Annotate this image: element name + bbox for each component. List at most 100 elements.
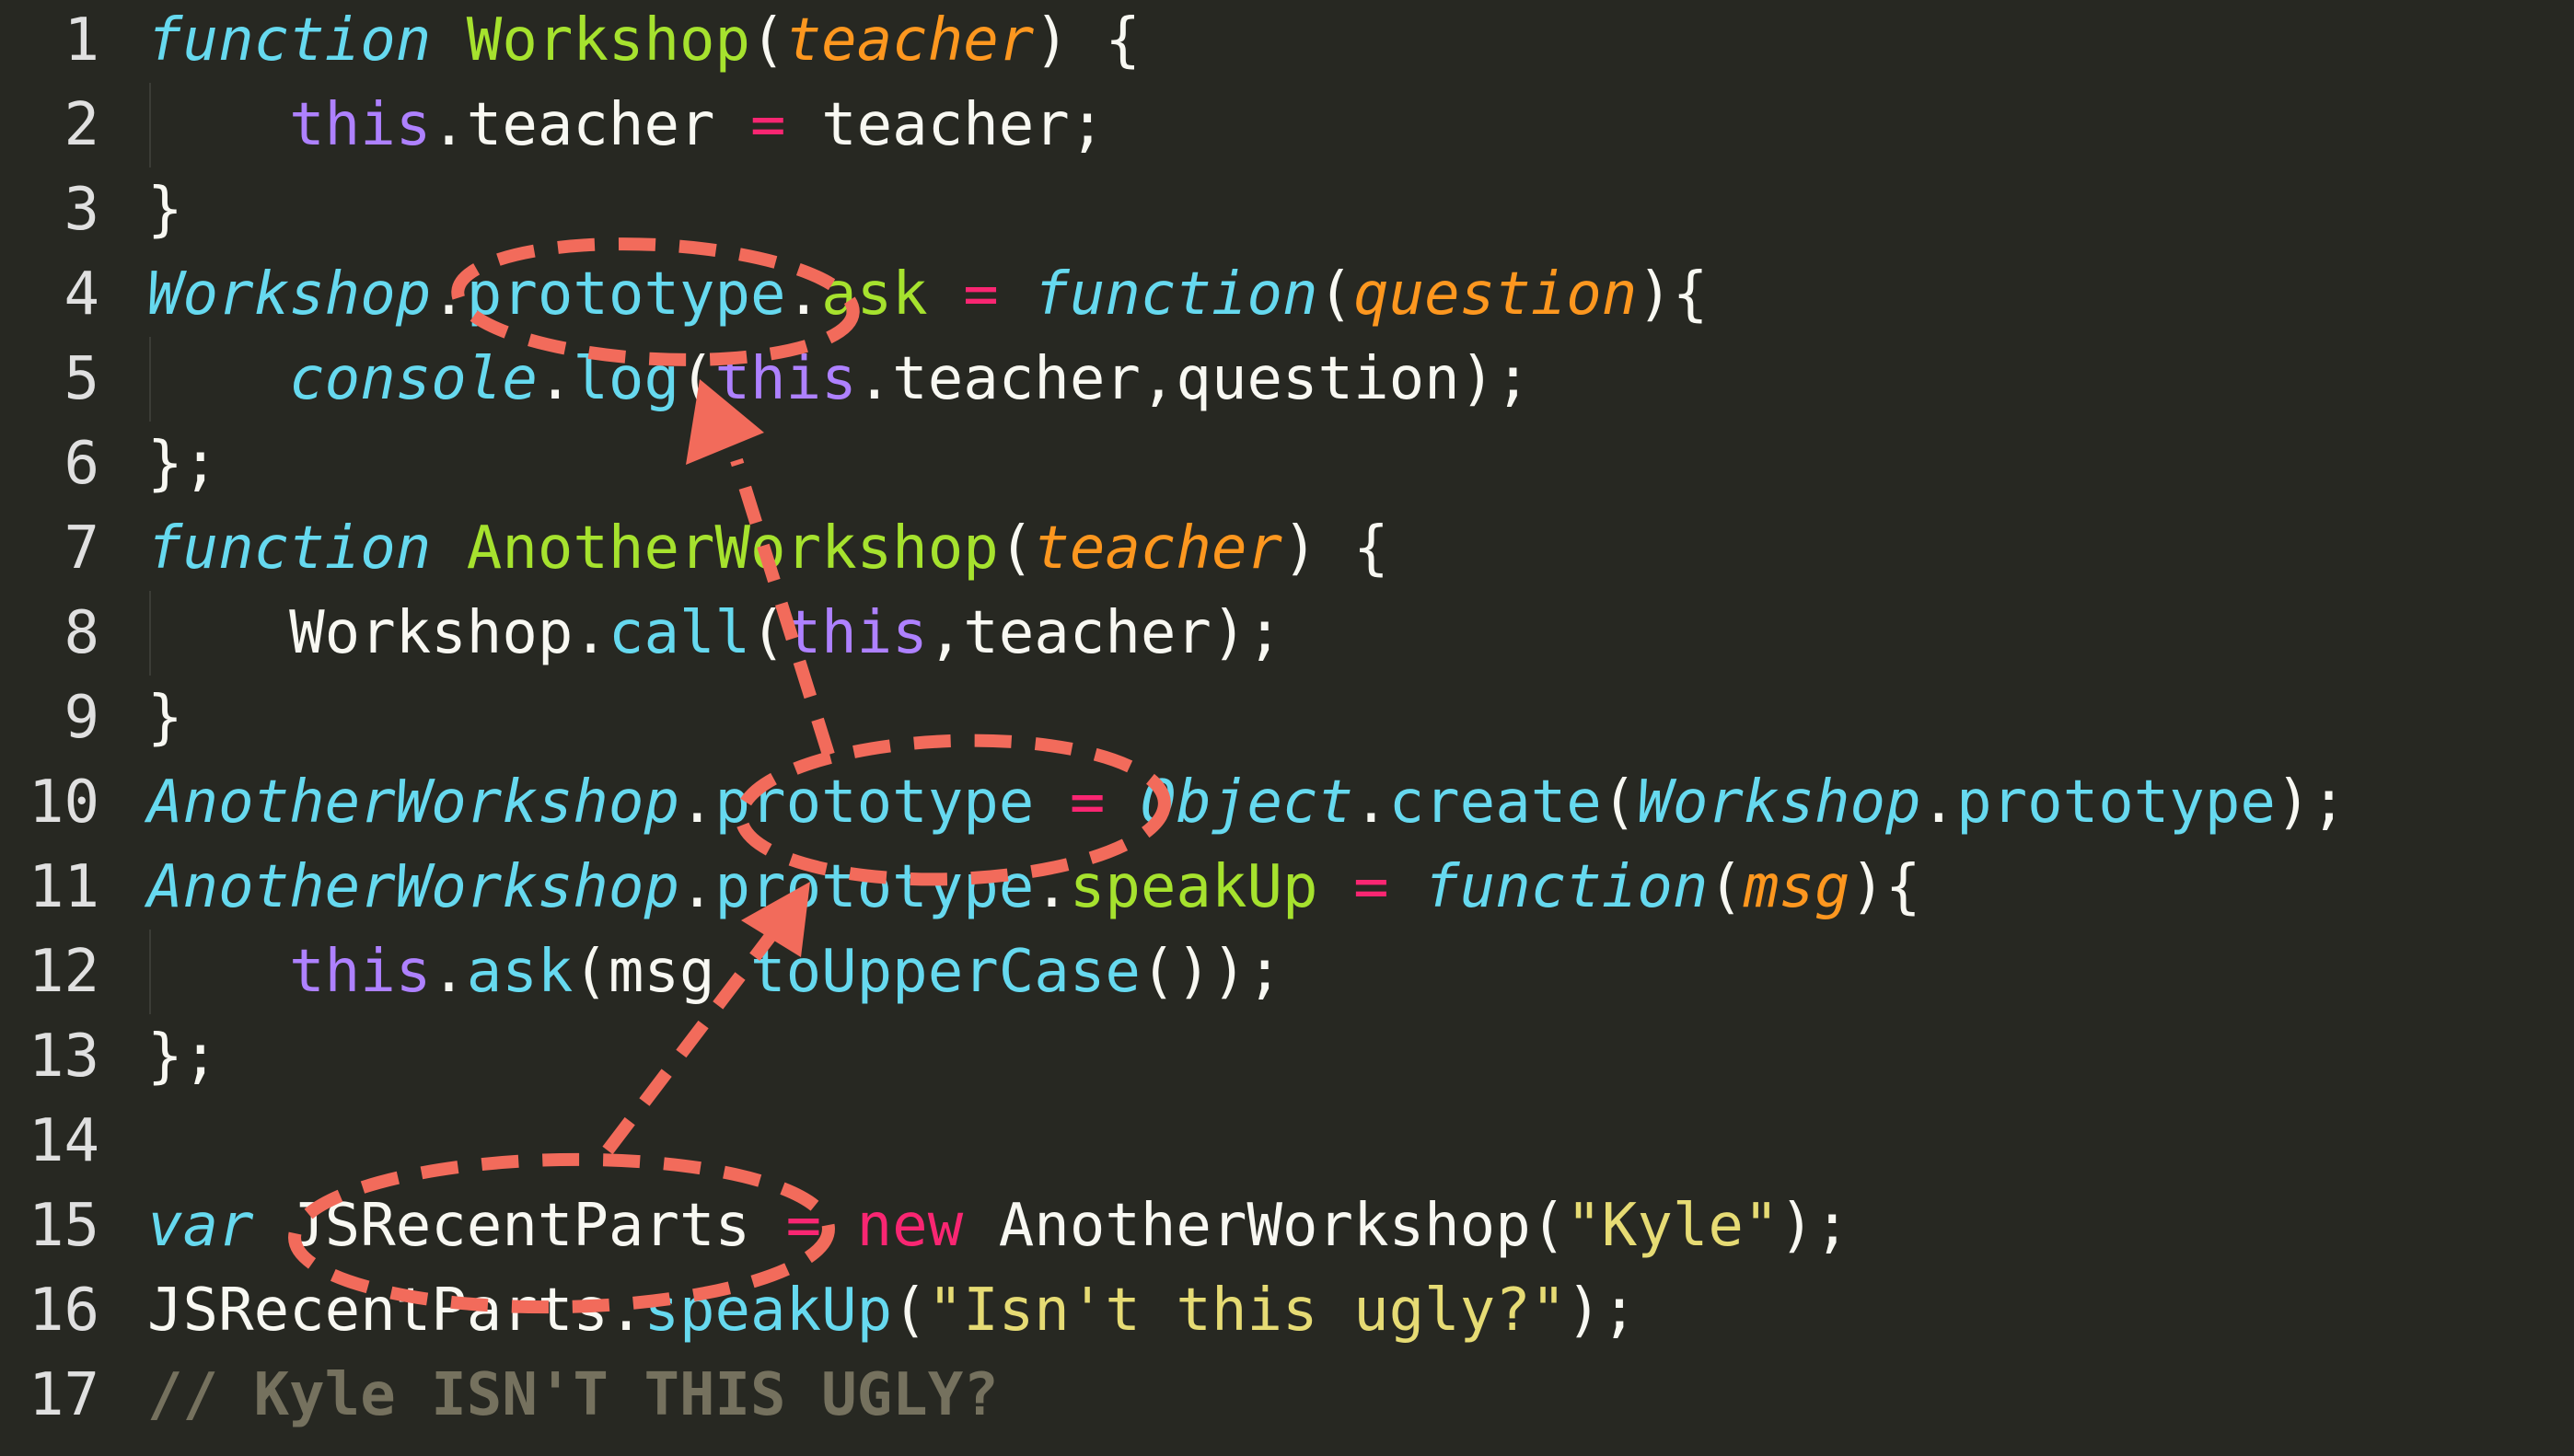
line-number: 8 [64, 599, 99, 667]
code-token: ask [466, 938, 574, 1006]
code-token: . [537, 345, 574, 413]
code-token: AnotherWorkshop [147, 853, 679, 921]
code-line[interactable]: 16 JSRecentParts.speakUp("Isn't this ugly… [0, 1268, 2574, 1353]
code-line[interactable]: 13}; [0, 1014, 2574, 1099]
code-line[interactable]: 1 function Workshop(teacher) { [0, 0, 2574, 83]
code-token: Workshop [466, 6, 751, 75]
code-text: console.log(this.teacher,question); [147, 337, 1531, 422]
line-number: 17 [28, 1361, 99, 1429]
code-token: . [678, 853, 715, 921]
code-editor[interactable]: 1 function Workshop(teacher) {2 this.teac… [0, 0, 2574, 1456]
code-token: } [147, 684, 183, 752]
code-token: ); [1566, 1277, 1638, 1345]
code-token: question [1353, 260, 1638, 329]
code-token: ,teacher); [927, 599, 1282, 667]
code-token: } [147, 176, 183, 244]
code-token: }; [147, 430, 219, 498]
code-line[interactable]: 5 console.log(this.teacher,question); [0, 337, 2574, 422]
code-text: // Kyle ISN'T THIS UGLY? [147, 1353, 999, 1438]
code-token: .teacher [431, 91, 751, 159]
line-number: 11 [28, 853, 99, 921]
line-number: 6 [64, 430, 99, 498]
code-text: Workshop.prototype.ask = function(questi… [147, 252, 1708, 337]
code-line[interactable]: 14 [0, 1099, 2574, 1184]
code-token: // Kyle ISN'T THIS UGLY? [147, 1361, 999, 1429]
code-line[interactable]: 2 this.teacher = teacher; [0, 83, 2574, 168]
code-token: "Isn't this ugly?" [927, 1277, 1567, 1345]
line-number: 10 [28, 768, 99, 837]
code-token: = [963, 260, 999, 329]
code-line[interactable]: 8 Workshop.call(this,teacher); [0, 591, 2574, 676]
code-line[interactable]: 15 var JSRecentParts = new AnotherWorksho… [0, 1184, 2574, 1268]
code-line[interactable]: 9} [0, 676, 2574, 760]
code-token: ( [1708, 853, 1744, 921]
code-line[interactable]: 17 // Kyle ISN'T THIS UGLY? [0, 1353, 2574, 1438]
code-token: . [431, 260, 467, 329]
line-number: 5 [64, 345, 99, 413]
line-number: 3 [64, 176, 99, 244]
line-number: 2 [64, 91, 99, 159]
code-token: ask [821, 260, 928, 329]
line-number: 16 [28, 1277, 99, 1345]
code-token: = [750, 91, 786, 159]
code-text: AnotherWorkshop.prototype = Object.creat… [147, 760, 2347, 845]
code-token: msg [1743, 853, 1850, 921]
code-token: console [289, 345, 538, 413]
line-number: 9 [64, 684, 99, 752]
code-token: function [147, 514, 432, 583]
line-number: 12 [28, 938, 99, 1006]
line-number: 13 [28, 1023, 99, 1091]
code-token: JSRecentParts. [147, 1277, 644, 1345]
code-token: teacher; [785, 91, 1106, 159]
code-token: this [714, 345, 857, 413]
line-number: 1 [64, 6, 99, 75]
code-token: AnotherWorkshop [147, 768, 679, 837]
code-line[interactable]: 7 function AnotherWorkshop(teacher) { [0, 506, 2574, 591]
code-token: . [678, 768, 715, 837]
code-line[interactable]: 11 AnotherWorkshop.prototype.speakUp = fu… [0, 845, 2574, 930]
code-token: JSRecentParts [253, 1192, 786, 1260]
code-token: prototype [714, 768, 1035, 837]
code-token: call [608, 599, 751, 667]
code-token: . [1353, 768, 1389, 837]
code-token: Workshop [147, 260, 432, 329]
code-text: AnotherWorkshop.prototype.speakUp = func… [147, 845, 1921, 930]
code-token: prototype [714, 853, 1035, 921]
code-token: this [289, 938, 432, 1006]
code-token: ); [1779, 1192, 1850, 1260]
code-line[interactable]: 12 this.ask(msg.toUpperCase()); [0, 930, 2574, 1014]
code-token: = [1069, 768, 1106, 837]
code-token: (msg. [573, 938, 751, 1006]
code-line[interactable]: 10 AnotherWorkshop.prototype = Object.cre… [0, 760, 2574, 845]
code-token: this [785, 599, 928, 667]
code-token: log [573, 345, 679, 413]
code-token: prototype [466, 260, 786, 329]
code-token: new [856, 1192, 964, 1260]
code-text: this.teacher = teacher; [147, 83, 1105, 168]
code-token: . [785, 260, 822, 329]
code-token: function [1424, 853, 1709, 921]
code-line[interactable]: 4 Workshop.prototype.ask = function(quest… [0, 252, 2574, 337]
code-token: Workshop. [147, 599, 609, 667]
code-token: Object [1140, 768, 1354, 837]
code-token: . [1920, 768, 1957, 837]
code-line[interactable]: 6}; [0, 422, 2574, 506]
code-token: ){ [1849, 853, 1921, 921]
code-token: ( [1317, 260, 1354, 329]
code-token: ( [750, 6, 786, 75]
code-token: ( [892, 1277, 928, 1345]
code-text: function AnotherWorkshop(teacher) { [147, 506, 1389, 591]
code-text: } [147, 168, 183, 252]
code-text: Workshop.call(this,teacher); [147, 591, 1282, 676]
code-line[interactable]: 3} [0, 168, 2574, 252]
code-token: toUpperCase [750, 938, 1141, 1006]
